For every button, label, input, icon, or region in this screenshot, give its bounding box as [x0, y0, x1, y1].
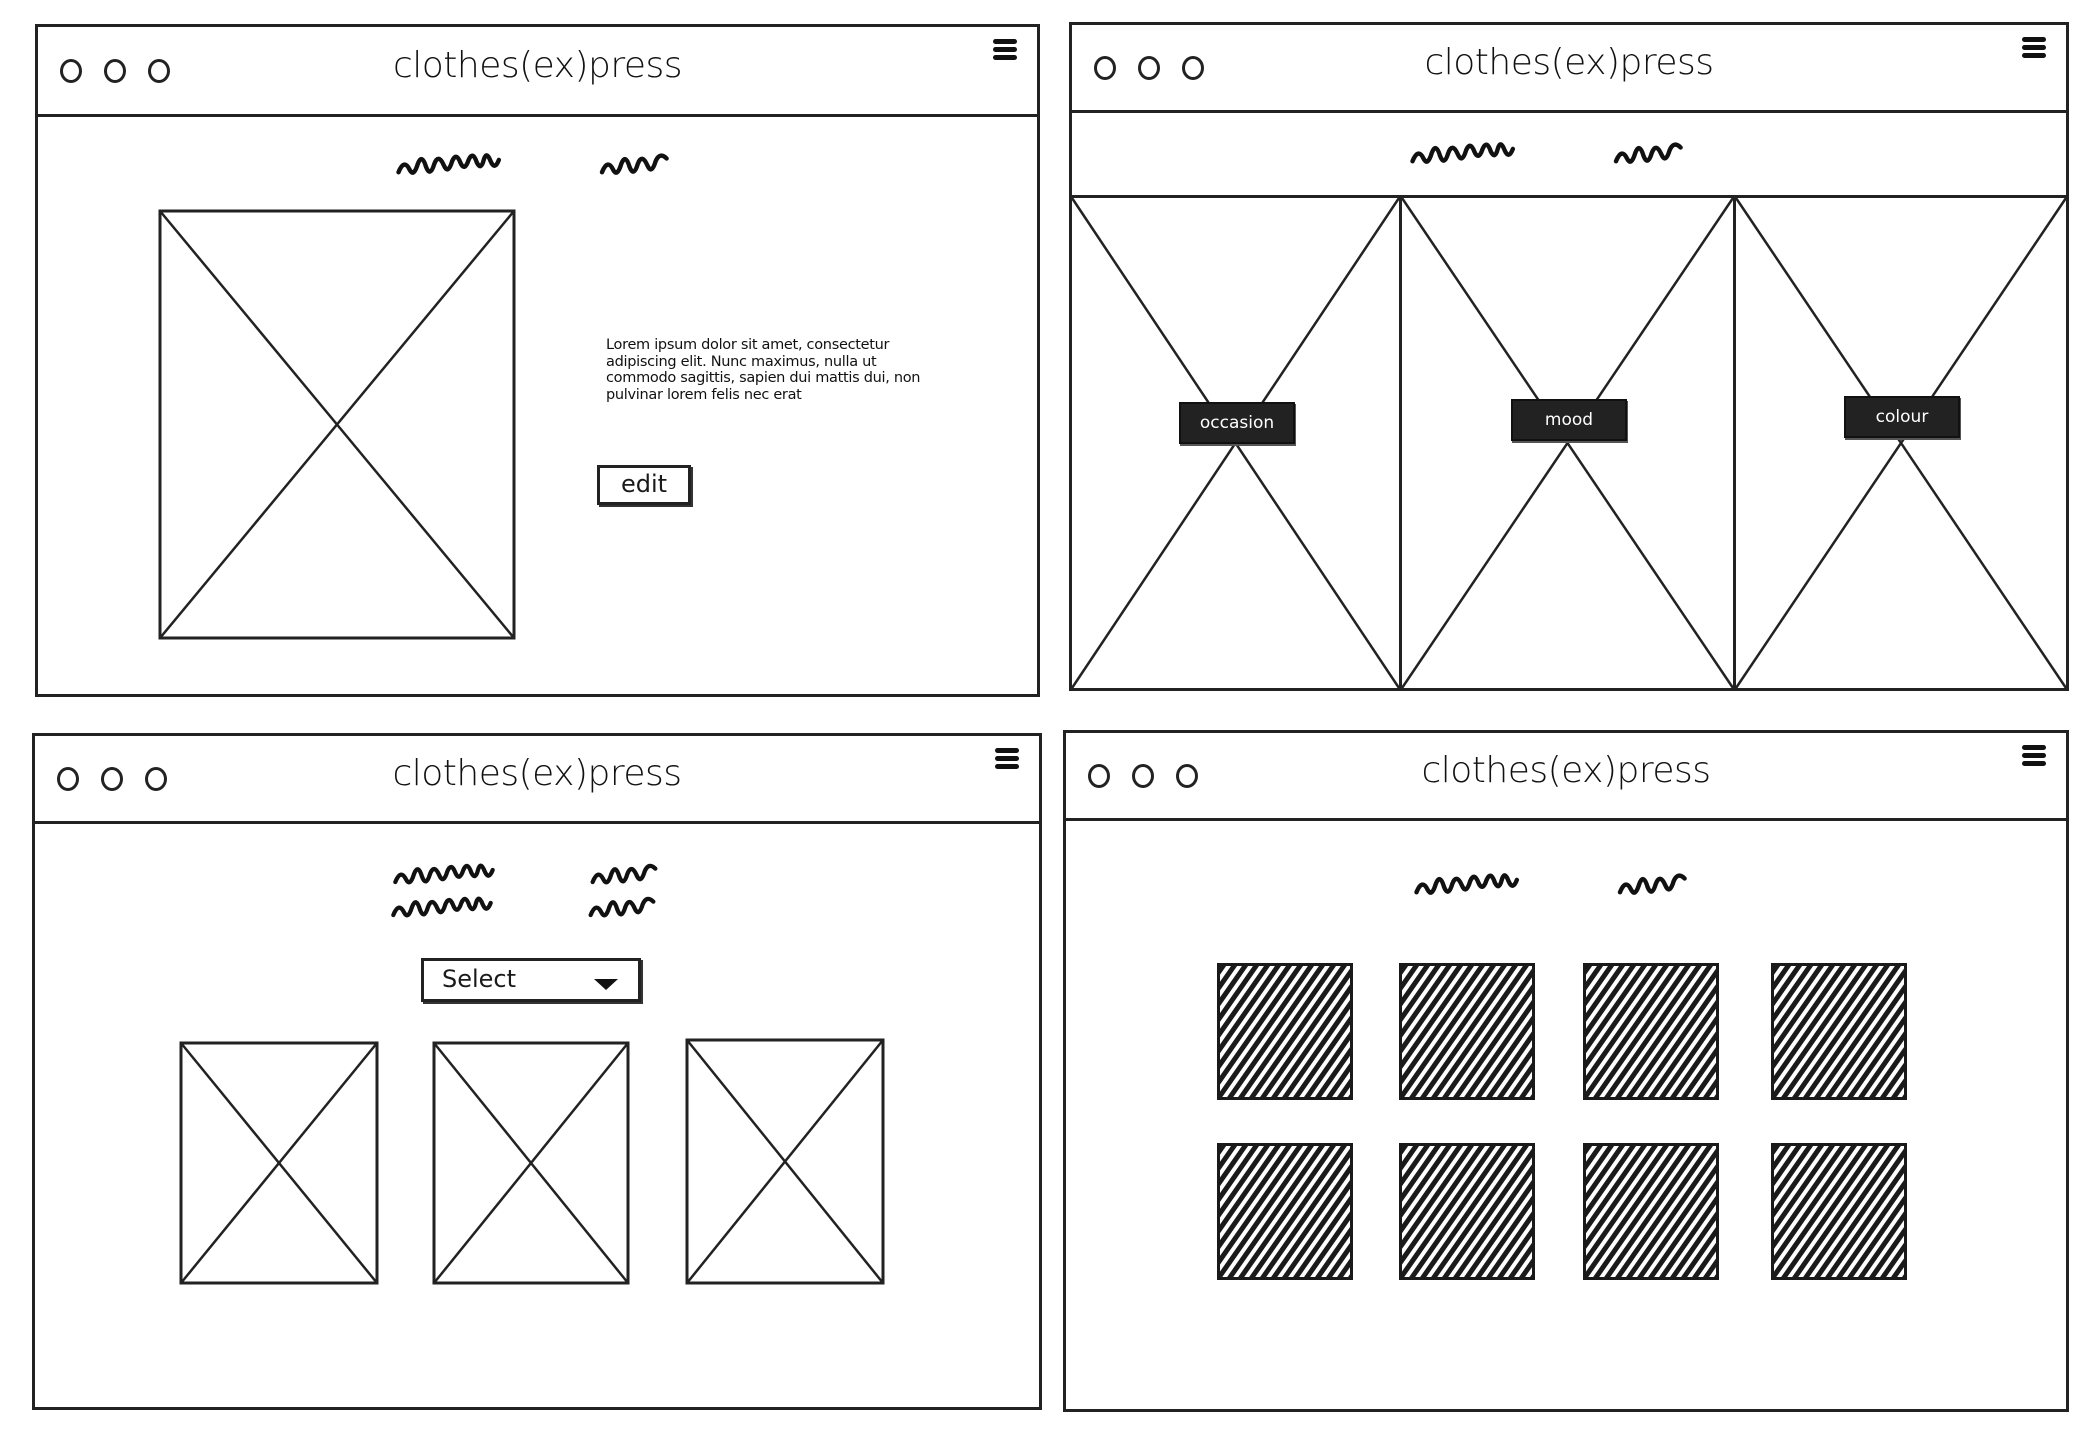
select-label: Select: [442, 965, 517, 993]
description-line: Lorem ipsum dolor sit amet, consectetur: [606, 337, 890, 353]
category-label[interactable]: colour: [1844, 396, 1960, 438]
heading-scribble: [1411, 867, 1741, 901]
colour-swatch[interactable]: [1771, 963, 1907, 1100]
description-line: pulvinar lorem felis nec erat: [606, 386, 802, 403]
app-title: clothes(ex)press: [392, 753, 682, 794]
heading-scribble: [1407, 136, 1737, 170]
window-categories: clothes(ex)press occasion mood colour: [1069, 22, 2069, 691]
colour-swatch[interactable]: [1771, 1143, 1907, 1280]
colour-swatch[interactable]: [1217, 1143, 1353, 1280]
category-panels: occasion mood colour: [1072, 195, 2066, 688]
heading-scribble: [385, 858, 715, 890]
window-header: clothes(ex)press: [38, 27, 1037, 117]
colour-swatch[interactable]: [1399, 1143, 1535, 1280]
window-detail: clothes(ex)press Lorem ipsum dolor sit a…: [35, 24, 1040, 697]
window-header: clothes(ex)press: [35, 736, 1039, 824]
colour-swatch[interactable]: [1217, 963, 1353, 1100]
image-placeholder[interactable]: [434, 1043, 628, 1283]
window-browse: clothes(ex)press Select: [32, 733, 1042, 1410]
image-placeholder: [160, 211, 514, 638]
window-colours: clothes(ex)press: [1063, 730, 2069, 1412]
category-label[interactable]: mood: [1511, 399, 1627, 441]
colour-swatch[interactable]: [1399, 963, 1535, 1100]
filter-select[interactable]: Select: [421, 958, 641, 1002]
colour-swatch[interactable]: [1583, 1143, 1719, 1280]
category-panel-mood[interactable]: mood: [1402, 198, 1736, 688]
description-line: adipiscing elit. Nunc maximus, nulla ut: [606, 353, 877, 370]
hamburger-menu-icon[interactable]: [2022, 37, 2046, 59]
app-title: clothes(ex)press: [1421, 750, 1711, 791]
caret-down-icon: [594, 979, 618, 990]
product-description: Lorem ipsum dolor sit amet, consectetur …: [606, 337, 966, 403]
window-header: clothes(ex)press: [1066, 733, 2066, 821]
app-title: clothes(ex)press: [392, 45, 683, 86]
window-header: clothes(ex)press: [1072, 25, 2066, 113]
app-title: clothes(ex)press: [1424, 42, 1714, 83]
hamburger-menu-icon[interactable]: [2022, 745, 2046, 767]
colour-swatch[interactable]: [1583, 963, 1719, 1100]
category-panel-occasion[interactable]: occasion: [1072, 198, 1402, 688]
hamburger-menu-icon[interactable]: [995, 748, 1019, 770]
edit-button[interactable]: edit: [597, 465, 691, 505]
hamburger-menu-icon[interactable]: [993, 39, 1017, 61]
heading-scribble: [393, 147, 723, 181]
image-placeholder[interactable]: [687, 1040, 883, 1283]
heading-scribble: [383, 891, 713, 923]
category-panel-colour[interactable]: colour: [1736, 198, 2066, 688]
description-line: commodo sagittis, sapien dui mattis dui,…: [606, 370, 921, 386]
image-placeholder[interactable]: [181, 1043, 377, 1283]
category-label[interactable]: occasion: [1179, 402, 1295, 444]
